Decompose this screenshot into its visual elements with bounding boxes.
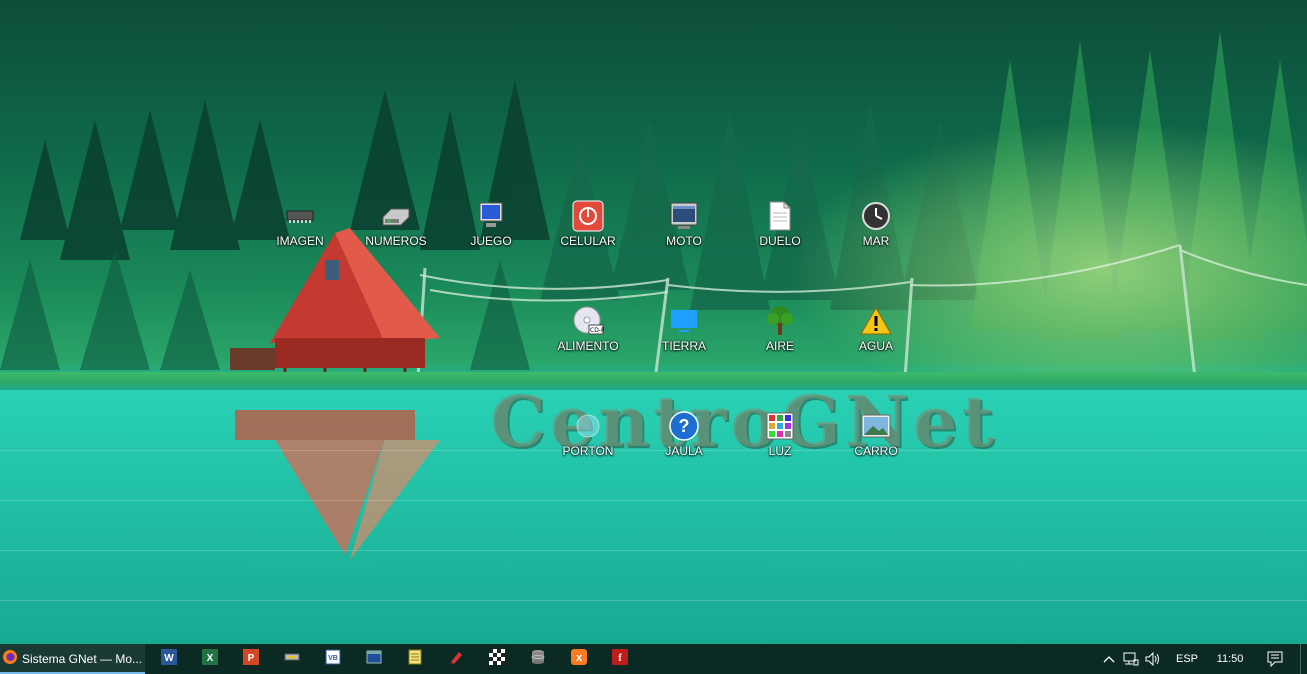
desktop-icon-label: TIERRA	[661, 339, 706, 353]
desktop-icon-duelo[interactable]: DUELO	[732, 200, 828, 264]
desktop-icon-label: ALIMENTO	[557, 339, 619, 353]
desktop-icon-mar[interactable]: MAR	[828, 200, 924, 264]
warning-icon	[860, 305, 892, 337]
drive-icon	[380, 200, 412, 232]
taskbar-xampp-button[interactable]: x	[559, 644, 599, 674]
desktop-icon-label: JAULA	[665, 444, 703, 458]
desktop-icon-label: MAR	[862, 234, 890, 248]
desktop-icon-alimento[interactable]: CD-R ALIMENTO	[540, 305, 636, 369]
help-icon: ?	[668, 410, 700, 442]
cd-icon: CD-R	[572, 305, 604, 337]
clock-icon	[860, 200, 892, 232]
desktop-icon-porton[interactable]: PORTON	[540, 410, 636, 474]
taskbar-window-title: Sistema GNet — Mo...	[22, 652, 143, 666]
desktop-icon-label: DUELO	[759, 234, 801, 248]
taskbar-vb-button[interactable]: VB	[313, 644, 353, 674]
taskbar-filezilla-button[interactable]: f	[600, 644, 640, 674]
desktop-icon-label: NUMEROS	[365, 234, 427, 248]
desktop-icon-label: AIRE	[765, 339, 794, 353]
memory-chip-icon	[284, 200, 316, 232]
desktop-icon-label: CARRO	[854, 444, 898, 458]
taskbar-notepad-button[interactable]	[395, 644, 435, 674]
chess-icon	[489, 648, 505, 670]
tool-icon	[284, 649, 300, 670]
notifications-icon[interactable]	[1250, 651, 1300, 667]
taskbar-app-window-button[interactable]	[354, 644, 394, 674]
window-screen-icon	[668, 200, 700, 232]
tree-icon	[764, 305, 796, 337]
cabin-reflection	[235, 410, 440, 560]
taskbar-database-button[interactable]	[518, 644, 558, 674]
desktop-icon-agua[interactable]: AGUA	[828, 305, 924, 369]
svg-text:x: x	[576, 652, 583, 664]
firefox-icon	[2, 649, 18, 670]
taskbar-word-button[interactable]: W	[149, 644, 189, 674]
taskbar: Sistema GNet — Mo... W X P VB x f ESP 11…	[0, 644, 1307, 674]
desktop-icon-imagen[interactable]: IMAGEN	[252, 200, 348, 264]
power-icon	[572, 200, 604, 232]
svg-text:P: P	[248, 653, 255, 664]
svg-text:X: X	[207, 653, 214, 664]
desktop-icon-aire[interactable]: AIRE	[732, 305, 828, 369]
svg-text:VB: VB	[328, 655, 338, 662]
desktop-icon-label: IMAGEN	[276, 234, 324, 248]
desktop-icon-celular[interactable]: CELULAR	[540, 200, 636, 264]
picture-icon	[860, 410, 892, 442]
taskbar-tool-button[interactable]	[272, 644, 312, 674]
pen-icon	[448, 649, 464, 670]
desktop-icon-numeros[interactable]: NUMEROS	[348, 200, 444, 264]
word-icon: W	[161, 648, 177, 670]
photo-grid-icon	[764, 410, 796, 442]
globe-icon	[572, 410, 604, 442]
desktop-icon-label: LUZ	[768, 444, 792, 458]
app-window-icon	[366, 649, 382, 670]
desktop-icon-label: AGUA	[858, 339, 893, 353]
show-desktop-button[interactable]	[1300, 644, 1307, 674]
monitor-icon	[475, 200, 507, 232]
taskbar-chess-button[interactable]	[477, 644, 517, 674]
desktop-icon-label: MOTO	[666, 234, 702, 248]
desktop-icon-carro[interactable]: CARRO	[828, 410, 924, 474]
desktop-icon-label: JUEGO	[470, 234, 512, 248]
svg-text:CD-R: CD-R	[590, 327, 604, 334]
taskbar-excel-button[interactable]: X	[190, 644, 230, 674]
document-icon	[764, 200, 796, 232]
vb-icon: VB	[325, 649, 341, 670]
language-indicator[interactable]: ESP	[1164, 653, 1210, 665]
desktop-icon-juego[interactable]: JUEGO	[443, 200, 539, 264]
database-icon	[530, 649, 546, 670]
desktop-icon-label: CELULAR	[560, 234, 616, 248]
xampp-icon: x	[571, 648, 587, 670]
display-icon	[668, 305, 700, 337]
notepad-icon	[407, 649, 423, 670]
taskbar-powerpoint-button[interactable]: P	[231, 644, 271, 674]
desktop-icon-jaula[interactable]: ? JAULA	[636, 410, 732, 474]
desktop-icon-label: PORTON	[562, 444, 614, 458]
clock-time[interactable]: 11:50	[1210, 653, 1250, 665]
system-tray: ESP 11:50	[1098, 644, 1307, 674]
excel-icon: X	[202, 648, 218, 670]
desktop-icon-luz[interactable]: LUZ	[732, 410, 828, 474]
powerpoint-icon: P	[243, 648, 259, 670]
chevron-up-icon[interactable]	[1098, 655, 1120, 663]
taskbar-pen-button[interactable]	[436, 644, 476, 674]
filezilla-icon: f	[612, 648, 628, 670]
network-icon[interactable]	[1120, 652, 1142, 666]
desktop-icon-moto[interactable]: MOTO	[636, 200, 732, 264]
svg-text:W: W	[164, 653, 174, 664]
svg-text:?: ?	[679, 416, 690, 436]
volume-icon[interactable]	[1142, 652, 1164, 666]
taskbar-active-window[interactable]: Sistema GNet — Mo...	[0, 644, 145, 674]
svg-text:f: f	[618, 652, 622, 664]
desktop-icon-tierra[interactable]: TIERRA	[636, 305, 732, 369]
